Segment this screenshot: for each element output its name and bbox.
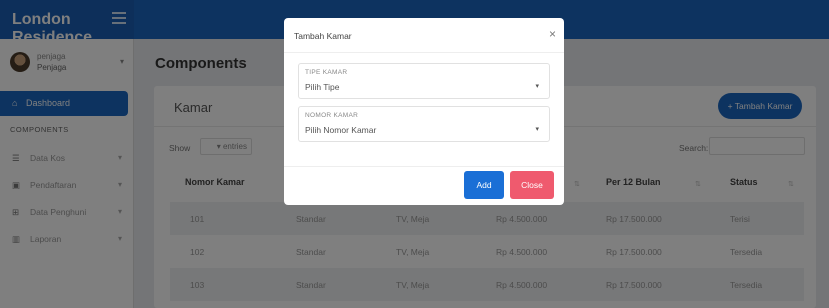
divider xyxy=(284,166,564,167)
close-button[interactable]: Close xyxy=(510,171,554,199)
chevron-down-icon: ▾ xyxy=(535,126,539,133)
chevron-down-icon: ▾ xyxy=(535,83,539,90)
field-value: Pilih Nomor Kamar xyxy=(305,125,377,135)
close-icon[interactable]: × xyxy=(549,27,556,41)
field-value: Pilih Tipe xyxy=(305,82,340,92)
room-type-select[interactable]: TIPE KAMAR Pilih Tipe ▾ xyxy=(298,63,550,99)
field-label: TIPE KAMAR xyxy=(305,69,348,76)
add-room-modal: Tambah Kamar × TIPE KAMAR Pilih Tipe ▾ N… xyxy=(284,18,564,205)
add-button[interactable]: Add xyxy=(464,171,504,199)
room-number-select[interactable]: NOMOR KAMAR Pilih Nomor Kamar ▾ xyxy=(298,106,550,142)
field-label: NOMOR KAMAR xyxy=(305,112,359,119)
divider xyxy=(284,52,564,53)
modal-title: Tambah Kamar xyxy=(294,31,352,41)
